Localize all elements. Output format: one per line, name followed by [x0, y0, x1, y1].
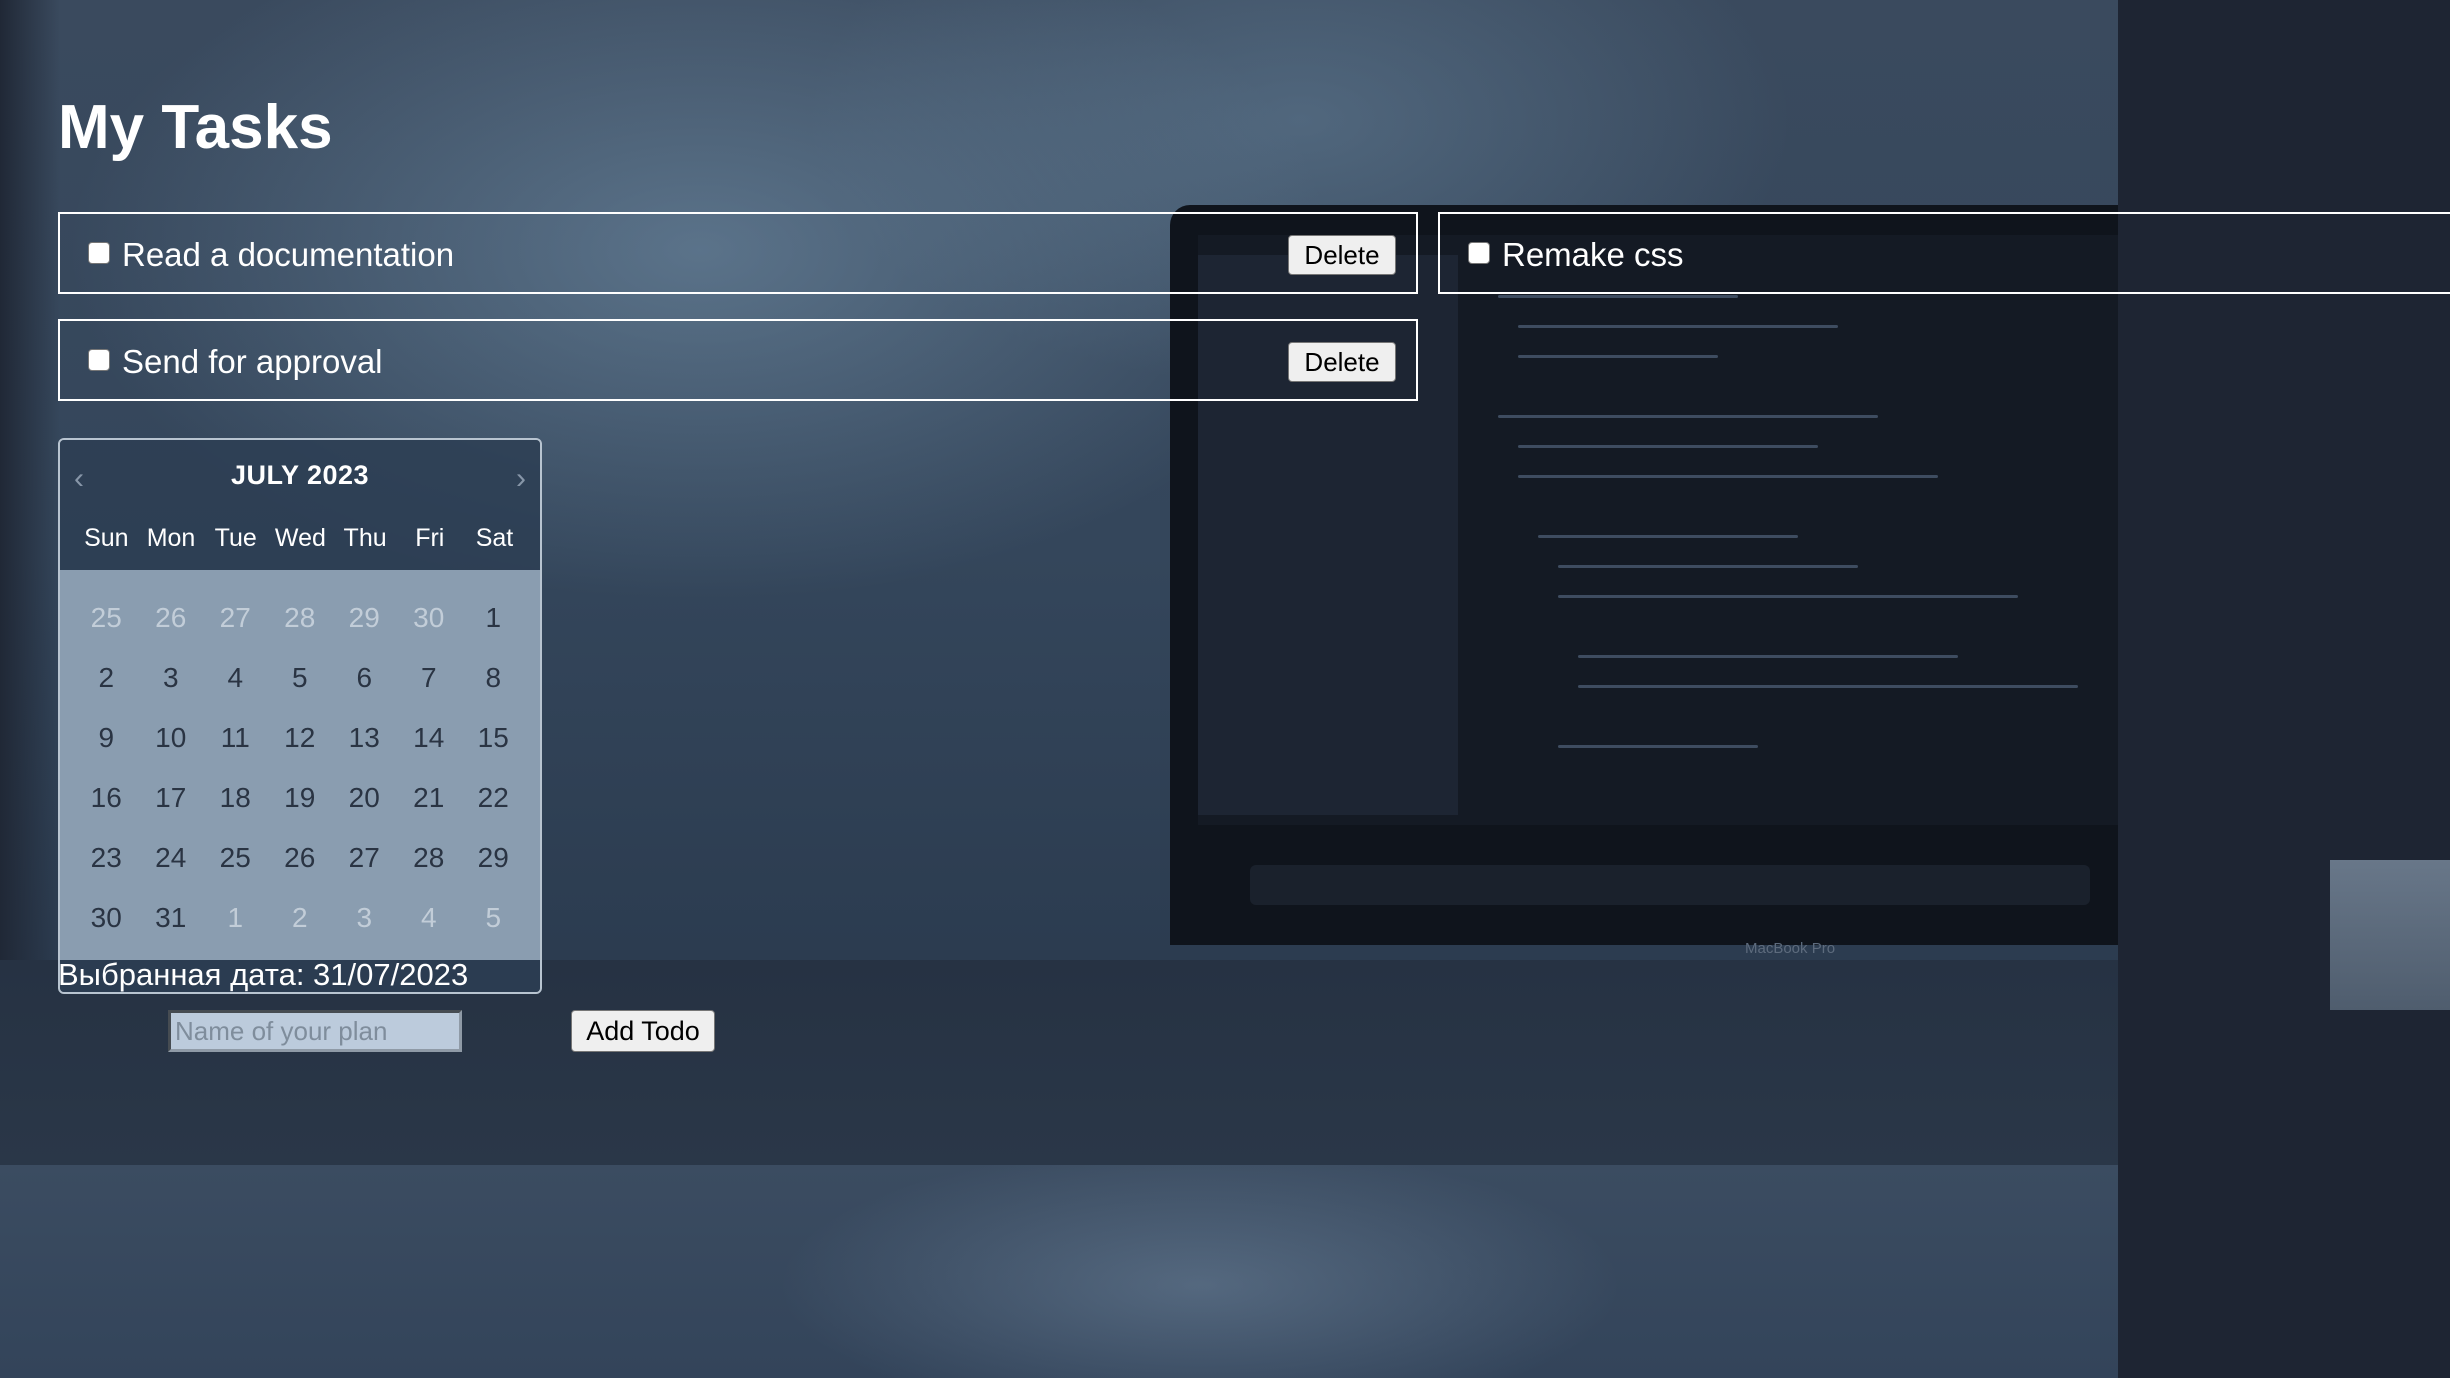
background-code-line [1518, 445, 1818, 448]
calendar-day[interactable]: 13 [332, 708, 397, 768]
weekday-label: Sun [84, 524, 129, 552]
calendar-day[interactable]: 28 [268, 588, 333, 648]
weekday-label: Fri [415, 524, 445, 552]
calendar-day[interactable]: 24 [139, 828, 204, 888]
background-code-line [1538, 535, 1798, 538]
task-card: Send for approval Delete [58, 319, 1418, 401]
calendar-day[interactable]: 26 [268, 828, 333, 888]
calendar-day[interactable]: 17 [139, 768, 204, 828]
calendar-day[interactable]: 16 [74, 768, 139, 828]
background-code-line [1518, 475, 1938, 478]
background-code-line [1518, 355, 1718, 358]
calendar-day[interactable]: 18 [203, 768, 268, 828]
calendar-day[interactable]: 4 [203, 648, 268, 708]
calendar-day[interactable]: 2 [268, 888, 333, 948]
chevron-right-icon[interactable]: › [516, 462, 526, 496]
task-checkbox[interactable] [1468, 242, 1490, 264]
calendar-day[interactable]: 22 [461, 768, 526, 828]
plan-name-input[interactable] [168, 1010, 462, 1052]
background-code-line [1578, 655, 1958, 658]
calendar-day[interactable]: 21 [397, 768, 462, 828]
background-code-line [1498, 295, 1738, 298]
calendar-header: ‹ JULY 2023 › Sun Mon Tue Wed Thu Fri Sa… [60, 440, 540, 570]
task-label: Send for approval [122, 343, 383, 380]
calendar-day[interactable]: 14 [397, 708, 462, 768]
calendar-day[interactable]: 1 [203, 888, 268, 948]
weekday-label: Mon [146, 524, 196, 552]
weekday-label: Tue [214, 524, 257, 552]
delete-button[interactable]: Delete [1288, 342, 1396, 382]
background-books [2330, 860, 2450, 1010]
calendar-month-label: JULY 2023 [230, 460, 370, 490]
task-checkbox[interactable] [88, 349, 110, 371]
background-laptop-dock [1250, 865, 2090, 905]
calendar-day[interactable]: 19 [268, 768, 333, 828]
weekday-label: Thu [343, 524, 387, 552]
calendar-day[interactable]: 29 [332, 588, 397, 648]
calendar-day[interactable]: 8 [461, 648, 526, 708]
task-card: Remake css [1438, 212, 2450, 294]
background-bottom-band [0, 1165, 2118, 1378]
calendar-day[interactable]: 30 [397, 588, 462, 648]
delete-button[interactable]: Delete [1288, 235, 1396, 275]
background-code-line [1558, 595, 2018, 598]
add-todo-button[interactable]: Add Todo [571, 1010, 715, 1052]
task-checkbox[interactable] [88, 242, 110, 264]
calendar-day[interactable]: 3 [139, 648, 204, 708]
task-card: Read a documentation Delete [58, 212, 1418, 294]
calendar-day[interactable]: 6 [332, 648, 397, 708]
calendar-day[interactable]: 29 [461, 828, 526, 888]
background-laptop-brand: MacBook Pro [1745, 940, 1836, 957]
weekday-label: Wed [274, 524, 326, 552]
background-code-line [1558, 745, 1758, 748]
calendar-day[interactable]: 4 [397, 888, 462, 948]
background-right-strip [2118, 0, 2450, 1378]
calendar-day[interactable]: 25 [74, 588, 139, 648]
calendar-day[interactable]: 11 [203, 708, 268, 768]
calendar-day[interactable]: 5 [461, 888, 526, 948]
calendar-day[interactable]: 5 [268, 648, 333, 708]
calendar-day[interactable]: 3 [332, 888, 397, 948]
background-laptop [1170, 205, 2140, 945]
selected-date-text: Выбранная дата: 31/07/2023 [58, 957, 469, 992]
task-label: Remake css [1502, 236, 1684, 273]
task-label: Read a documentation [122, 236, 455, 273]
background-code-line [1558, 565, 1858, 568]
calendar-day[interactable]: 26 [139, 588, 204, 648]
calendar-day[interactable]: 12 [268, 708, 333, 768]
calendar-day[interactable]: 23 [74, 828, 139, 888]
calendar-day[interactable]: 15 [461, 708, 526, 768]
calendar-day[interactable]: 27 [203, 588, 268, 648]
background-code-line [1518, 325, 1838, 328]
calendar: ‹ JULY 2023 › Sun Mon Tue Wed Thu Fri Sa… [58, 438, 542, 994]
calendar-day[interactable]: 1 [461, 588, 526, 648]
calendar-day[interactable]: 31 [139, 888, 204, 948]
background-code-line [1578, 685, 2078, 688]
calendar-days: 25 26 27 28 29 30 1 2 3 4 5 6 7 8 9 10 1… [60, 570, 540, 960]
calendar-day[interactable]: 30 [74, 888, 139, 948]
calendar-day[interactable]: 25 [203, 828, 268, 888]
calendar-grid: 25 26 27 28 29 30 1 2 3 4 5 6 7 8 9 10 1… [74, 588, 526, 948]
calendar-day[interactable]: 20 [332, 768, 397, 828]
page-title: My Tasks [58, 93, 333, 162]
calendar-day[interactable]: 27 [332, 828, 397, 888]
calendar-weekdays: Sun Mon Tue Wed Thu Fri Sat [60, 524, 540, 553]
calendar-day[interactable]: 2 [74, 648, 139, 708]
calendar-day[interactable]: 9 [74, 708, 139, 768]
calendar-day[interactable]: 28 [397, 828, 462, 888]
calendar-day[interactable]: 10 [139, 708, 204, 768]
calendar-day[interactable]: 7 [397, 648, 462, 708]
weekday-label: Sat [475, 524, 514, 552]
background-code-line [1498, 415, 1878, 418]
